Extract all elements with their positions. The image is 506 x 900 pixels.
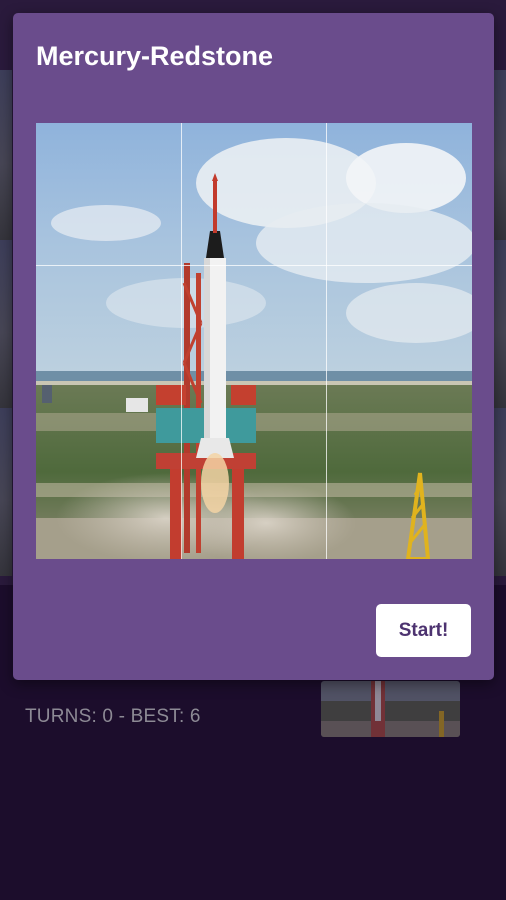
modal-title: Mercury-Redstone (36, 41, 274, 71)
board-tile[interactable] (494, 408, 506, 576)
grid-line (36, 265, 472, 266)
start-button[interactable]: Start! (376, 604, 471, 657)
rocket-launch-photo (36, 123, 472, 559)
puzzle-image (36, 123, 472, 559)
puzzle-modal: Mercury-Redstone Start! (13, 13, 494, 680)
board-tile[interactable] (494, 240, 506, 408)
board-tile[interactable] (494, 70, 506, 240)
turns-best-counter: TURNS: 0 - BEST: 6 (25, 706, 201, 727)
board-tile[interactable] (0, 408, 12, 576)
board-tile[interactable] (0, 70, 12, 240)
grid-line (326, 123, 327, 559)
grid-line (181, 123, 182, 559)
puzzle-preview-thumbnail (321, 681, 460, 737)
board-tile[interactable] (0, 240, 12, 408)
